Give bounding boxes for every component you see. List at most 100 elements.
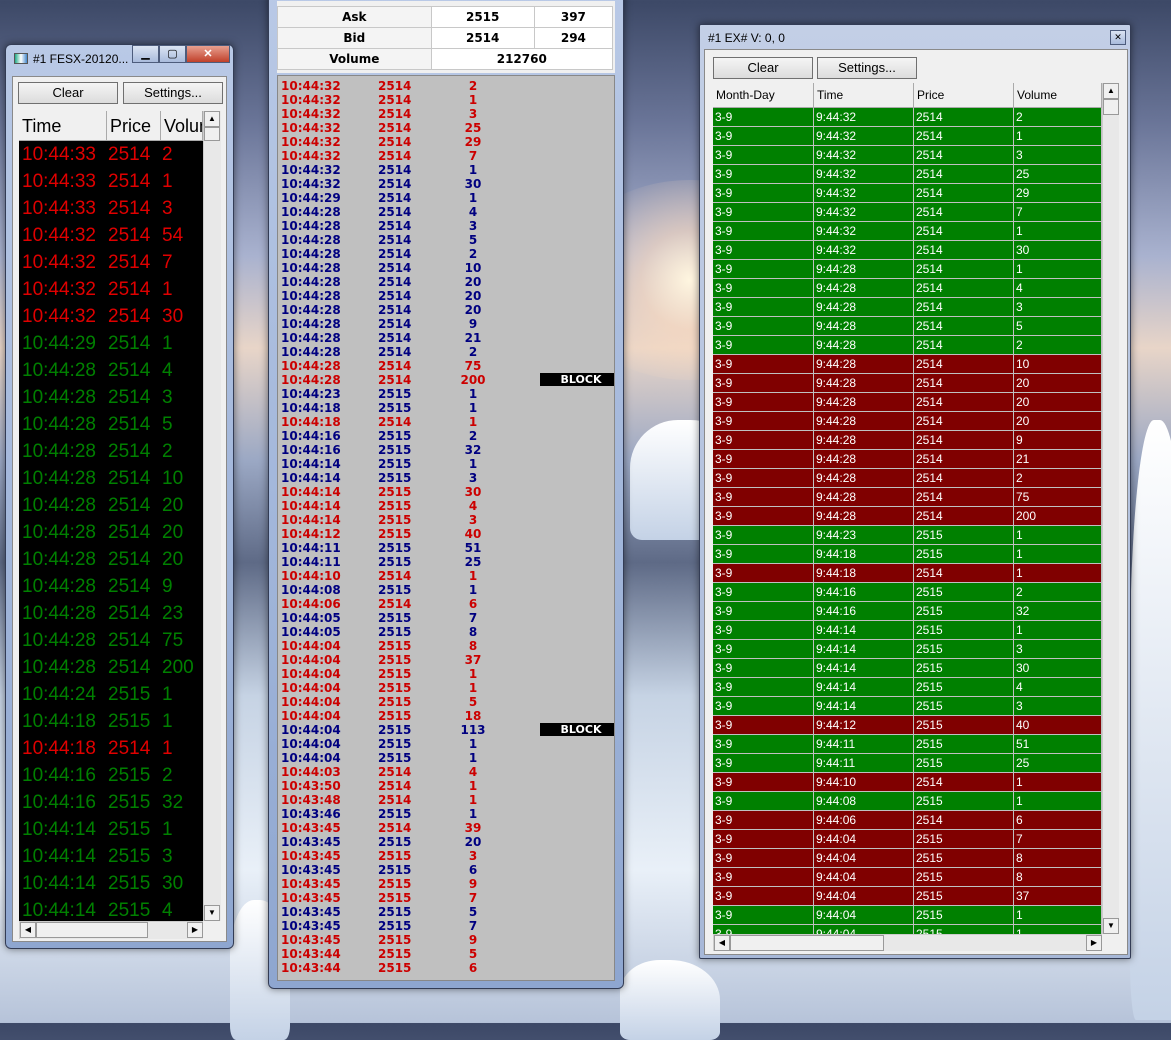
trade-time: 10:44:33 (22, 171, 96, 192)
scroll-up-arrow[interactable]: ▲ (1103, 83, 1119, 99)
minimize-button[interactable]: ▁ (132, 45, 159, 63)
trade-row: 10:44:28 2514 2 (19, 438, 203, 465)
scroll-right-arrow[interactable]: ▶ (1086, 935, 1102, 951)
scroll-thumb[interactable] (36, 922, 148, 938)
cell-time: 9:44:18 (814, 564, 914, 583)
grid-row: 3-9 9:44:28 2514 75 (713, 488, 1102, 507)
horizontal-scrollbar[interactable]: ◀ ▶ (713, 934, 1102, 951)
tape-price: 2514 (378, 205, 412, 219)
tape-price: 2514 (378, 793, 412, 807)
scroll-left-arrow[interactable]: ◀ (714, 935, 730, 951)
trade-grid: 3-9 9:44:32 2514 2 3-9 9:44:32 2514 1 3-9 9:44:32… (713, 108, 1102, 934)
tape-time: 10:44:18 (281, 401, 341, 415)
cell-month-day: 3-9 (713, 849, 814, 868)
trade-price: 2514 (108, 306, 151, 327)
tape-time: 10:44:04 (281, 681, 341, 695)
column-header-price[interactable]: Price (107, 111, 161, 141)
tape-time: 10:44:32 (281, 177, 341, 191)
settings-button[interactable]: Settings... (123, 82, 223, 104)
tape-price: 2514 (378, 275, 412, 289)
scroll-thumb[interactable] (1103, 99, 1119, 115)
maximize-button[interactable]: ▢ (159, 45, 186, 63)
close-button[interactable]: ✕ (1110, 30, 1126, 45)
cell-time: 9:44:28 (814, 260, 914, 279)
cell-time: 9:44:28 (814, 336, 914, 355)
tape-row: 10:44:14 2515 3 (278, 471, 614, 485)
tape-price: 2515 (378, 499, 412, 513)
grid-row: 3-9 9:44:28 2514 10 (713, 355, 1102, 374)
trade-price: 2515 (108, 684, 151, 705)
cell-month-day: 3-9 (713, 811, 814, 830)
tape-time: 10:43:45 (281, 919, 341, 933)
vertical-scrollbar[interactable]: ▲ ▼ (203, 111, 221, 921)
tape-price: 2514 (378, 79, 412, 93)
tape-volume: 7 (468, 149, 478, 163)
tape-volume: 7 (468, 891, 478, 905)
column-header-price[interactable]: Price (914, 83, 1014, 108)
tape-row: 10:43:44 2515 6 (278, 961, 614, 975)
cell-price: 2515 (914, 792, 1014, 811)
settings-button[interactable]: Settings... (817, 57, 917, 79)
cell-month-day: 3-9 (713, 602, 814, 621)
cell-volume: 2 (1014, 469, 1102, 488)
cell-volume: 1 (1014, 906, 1102, 925)
cell-time: 9:44:04 (814, 906, 914, 925)
grid-row: 3-9 9:44:16 2515 32 (713, 602, 1102, 621)
tape-time: 10:44:28 (281, 247, 341, 261)
column-header-volume[interactable]: Volume (1014, 83, 1102, 108)
tape-price: 2515 (378, 485, 412, 499)
tape-time: 10:44:04 (281, 737, 341, 751)
tape-row: 10:44:28 2514 10 (278, 261, 614, 275)
cell-time: 9:44:28 (814, 412, 914, 431)
scroll-down-arrow[interactable]: ▼ (1103, 918, 1119, 934)
cell-volume: 32 (1014, 602, 1102, 621)
cell-month-day: 3-9 (713, 450, 814, 469)
column-header-time[interactable]: Time (814, 83, 914, 108)
trade-row: 10:44:28 2514 4 (19, 357, 203, 384)
tape-price: 2515 (378, 863, 412, 877)
cell-price: 2515 (914, 640, 1014, 659)
trade-volume: 9 (162, 576, 173, 597)
tape-row: 10:44:14 2515 30 (278, 485, 614, 499)
trade-volume: 1 (162, 819, 173, 840)
tape-row: 10:44:18 2514 1 (278, 415, 614, 429)
scroll-thumb[interactable] (204, 127, 220, 141)
horizontal-scrollbar[interactable]: ◀ ▶ (19, 921, 203, 939)
column-header-month-day[interactable]: Month-Day (713, 83, 814, 108)
column-header-time[interactable]: Time (19, 111, 107, 141)
tape-time: 10:44:14 (281, 457, 341, 471)
clear-button[interactable]: Clear (18, 82, 118, 104)
scroll-down-arrow[interactable]: ▼ (204, 905, 220, 921)
vertical-scrollbar[interactable]: ▲ ▼ (1102, 83, 1119, 934)
cell-price: 2515 (914, 887, 1014, 906)
tape-price: 2515 (378, 933, 412, 947)
cell-time: 9:44:04 (814, 925, 914, 934)
tape-price: 2514 (378, 415, 412, 429)
trade-time: 10:44:28 (22, 414, 96, 435)
trade-volume: 32 (162, 792, 184, 813)
tape-time: 10:44:16 (281, 443, 341, 457)
scroll-left-arrow[interactable]: ◀ (20, 922, 36, 938)
tape-volume: 30 (464, 485, 482, 499)
scroll-right-arrow[interactable]: ▶ (187, 922, 203, 938)
trade-row: 10:44:32 2514 54 (19, 222, 203, 249)
clear-button[interactable]: Clear (713, 57, 813, 79)
cell-time: 9:44:28 (814, 317, 914, 336)
tape-row: 10:43:45 2515 3 (278, 849, 614, 863)
tape-price: 2515 (378, 653, 412, 667)
cell-time: 9:44:32 (814, 108, 914, 127)
scroll-thumb[interactable] (730, 935, 884, 951)
trade-time: 10:44:28 (22, 657, 96, 678)
tape-row: 10:44:29 2514 1 (278, 191, 614, 205)
tape-row: 10:44:05 2515 8 (278, 625, 614, 639)
trade-row: 10:44:28 2514 10 (19, 465, 203, 492)
trade-volume: 5 (162, 414, 173, 435)
close-button[interactable]: ✕ (186, 45, 230, 63)
cell-month-day: 3-9 (713, 146, 814, 165)
tape-row: 10:44:11 2515 51 (278, 541, 614, 555)
trade-time: 10:44:14 (22, 846, 96, 867)
column-header-volume[interactable]: Volum (161, 111, 203, 141)
scroll-up-arrow[interactable]: ▲ (204, 111, 220, 127)
cell-month-day: 3-9 (713, 830, 814, 849)
grid-row: 3-9 9:44:16 2515 2 (713, 583, 1102, 602)
